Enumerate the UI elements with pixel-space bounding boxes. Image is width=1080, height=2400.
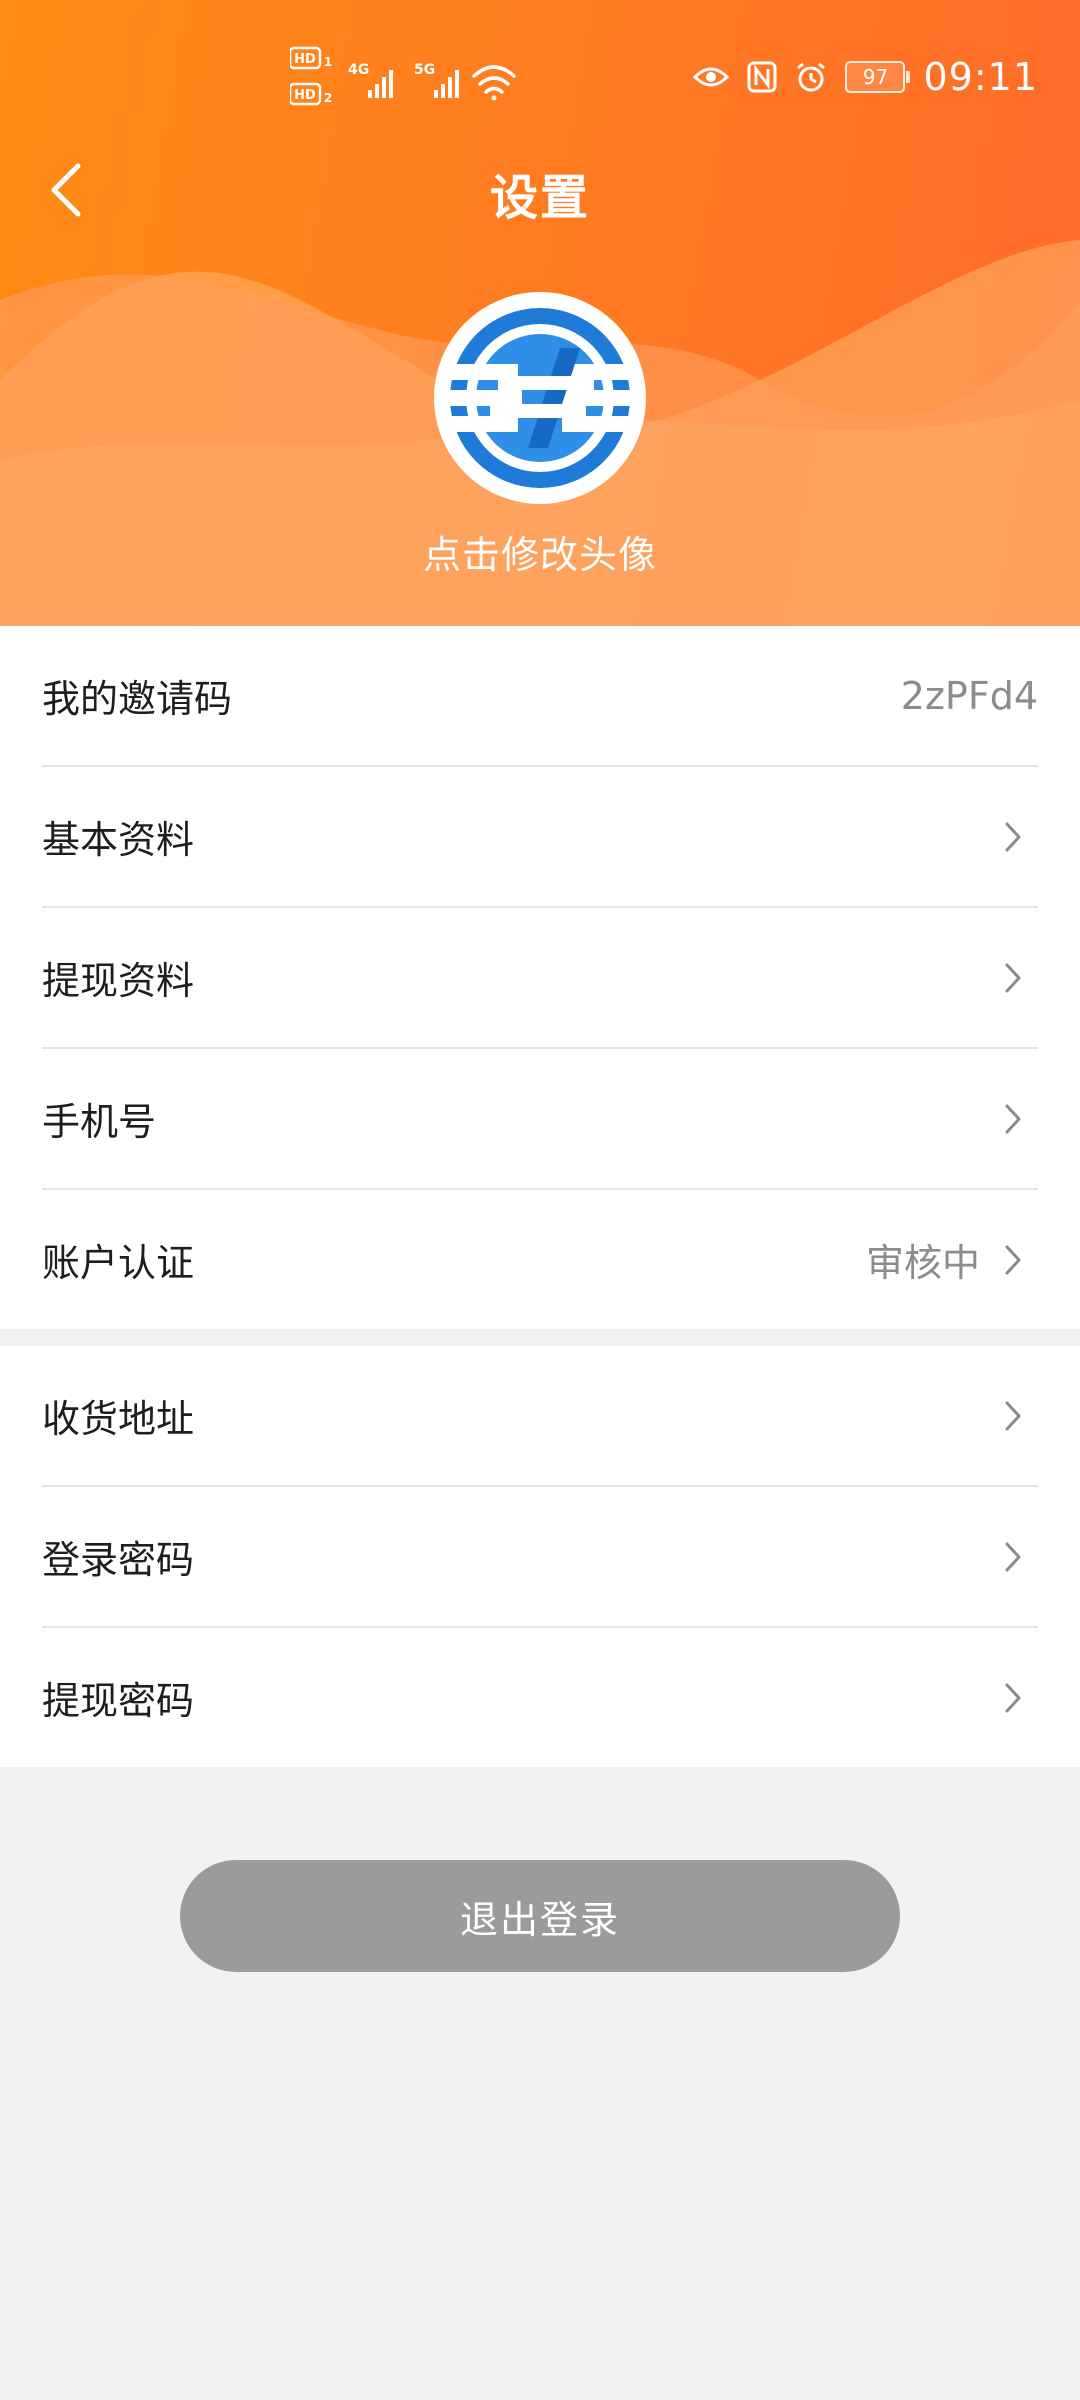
row-shipping-address[interactable]: 收货地址 xyxy=(42,1346,1038,1485)
page-title: 设置 xyxy=(489,170,590,226)
network1-label: 4G xyxy=(348,62,369,78)
row-label-basic-info: 基本资料 xyxy=(42,818,195,862)
chevron-right-icon xyxy=(998,1243,1028,1277)
nfc-icon xyxy=(747,61,777,93)
row-account-verification[interactable]: 账户认证 审核中 xyxy=(42,1188,1038,1329)
settings-group-security: 收货地址 登录密码 提现密码 xyxy=(0,1346,1080,1767)
row-label-withdraw-password: 提现密码 xyxy=(42,1679,195,1723)
row-label-shipping-address: 收货地址 xyxy=(42,1397,195,1441)
row-basic-info[interactable]: 基本资料 xyxy=(42,765,1038,906)
sim2-badge-text: HD xyxy=(294,88,316,103)
sim2-index-text: 2 xyxy=(324,91,332,105)
header-banner: HD 1 HD 2 4G 5G 97 09:11 设置 点击修改头像 xyxy=(0,0,1080,626)
nav-bar: 设置 xyxy=(0,130,1080,250)
row-label-login-password: 登录密码 xyxy=(42,1538,195,1582)
logout-button[interactable]: 退出登录 xyxy=(180,1860,900,1972)
logo-icon xyxy=(448,308,632,488)
settings-group-account: 我的邀请码 2zPFd4 基本资料 提现资料 手机号 账户认证 审核中 xyxy=(0,626,1080,1329)
row-invite-code[interactable]: 我的邀请码 2zPFd4 xyxy=(42,626,1038,765)
eye-icon xyxy=(693,67,730,87)
status-right-group: 97 09:11 xyxy=(675,52,1038,102)
row-login-password[interactable]: 登录密码 xyxy=(42,1485,1038,1626)
verification-status: 审核中 xyxy=(865,1241,980,1285)
sim1-index-text: 1 xyxy=(324,55,332,69)
row-withdraw-info[interactable]: 提现资料 xyxy=(42,906,1038,1047)
chevron-right-icon xyxy=(998,1681,1028,1715)
row-label-invite-code: 我的邀请码 xyxy=(42,677,233,721)
row-label-withdraw-info: 提现资料 xyxy=(42,959,195,1003)
chevron-right-icon xyxy=(998,1540,1028,1574)
chevron-right-icon xyxy=(998,1102,1028,1136)
wifi-icon xyxy=(472,65,516,101)
status-left-group: HD 1 HD 2 4G 5G xyxy=(290,46,516,106)
chevron-right-icon xyxy=(998,961,1028,995)
row-withdraw-password[interactable]: 提现密码 xyxy=(42,1626,1038,1767)
network2-label: 5G xyxy=(414,62,435,78)
row-label-account-verification: 账户认证 xyxy=(42,1241,195,1285)
chevron-right-icon xyxy=(998,1399,1028,1433)
invite-code-value: 2zPFd4 xyxy=(900,673,1038,718)
battery-icon: 97 xyxy=(845,61,911,93)
avatar[interactable] xyxy=(434,292,646,504)
battery-level: 97 xyxy=(862,65,889,89)
row-label-phone-number: 手机号 xyxy=(42,1100,157,1144)
avatar-caption[interactable]: 点击修改头像 xyxy=(0,524,1080,579)
hd-icon: HD 1 HD 2 xyxy=(290,46,332,106)
signal-icon: 4G 5G xyxy=(348,62,459,98)
alarm-icon xyxy=(797,62,826,92)
status-bar: HD 1 HD 2 4G 5G 97 09:11 xyxy=(0,0,1080,150)
row-phone-number[interactable]: 手机号 xyxy=(42,1047,1038,1188)
sim1-badge-text: HD xyxy=(294,52,316,67)
status-time: 09:11 xyxy=(923,55,1038,99)
chevron-right-icon xyxy=(998,820,1028,854)
